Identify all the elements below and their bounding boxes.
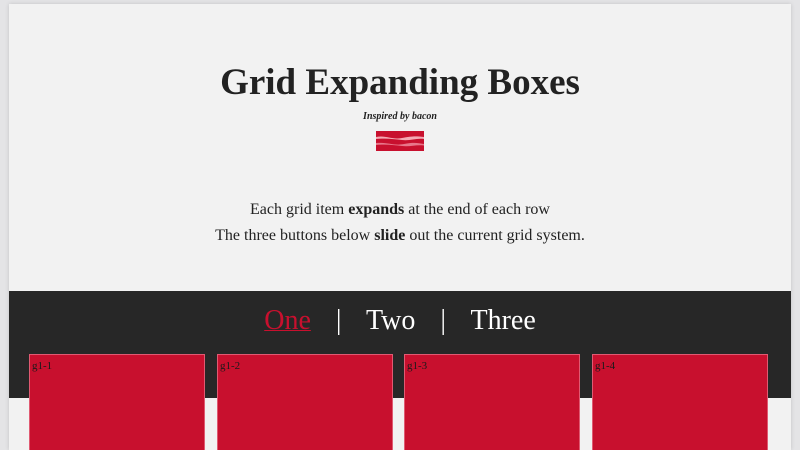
header: Grid Expanding Boxes Inspired by bacon E… (9, 4, 791, 291)
description-line-1: Each grid item expands at the end of eac… (9, 197, 791, 223)
desc1-bold: expands (348, 201, 405, 218)
tab-one[interactable]: One (264, 305, 311, 336)
tab-two[interactable]: Two (366, 305, 415, 336)
grid-item[interactable]: g1-2 (217, 354, 393, 450)
grid-item[interactable]: g1-1 (29, 354, 205, 450)
grid: g1-1 g1-2 g1-3 g1-4 (29, 354, 771, 450)
grid-item-label: g1-4 (595, 360, 616, 372)
description-line-2: The three buttons below slide out the cu… (9, 223, 791, 249)
desc1-text: Each grid item (250, 201, 349, 218)
grid-item[interactable]: g1-4 (592, 354, 768, 450)
page-title: Grid Expanding Boxes (220, 62, 580, 103)
page: Grid Expanding Boxes Inspired by bacon E… (9, 4, 791, 450)
grid-item-label: g1-2 (220, 360, 241, 372)
desc1-text-end: at the end of each row (404, 201, 550, 218)
tab-three[interactable]: Three (470, 305, 535, 336)
grid-tabs: One | Two | Three (9, 303, 791, 339)
grid-item-label: g1-3 (407, 360, 428, 372)
desc2-bold: slide (374, 227, 406, 244)
grid-item-label: g1-1 (32, 360, 53, 372)
desc2-text: The three buttons below (215, 227, 375, 244)
tab-separator: | (440, 305, 446, 336)
bacon-icon (376, 131, 424, 151)
tab-separator: | (335, 305, 342, 336)
desc2-text-end: out the current grid system. (405, 227, 585, 244)
subtitle: Inspired by bacon (363, 111, 437, 122)
grid-item[interactable]: g1-3 (404, 354, 580, 450)
description: Each grid item expands at the end of eac… (9, 197, 791, 249)
